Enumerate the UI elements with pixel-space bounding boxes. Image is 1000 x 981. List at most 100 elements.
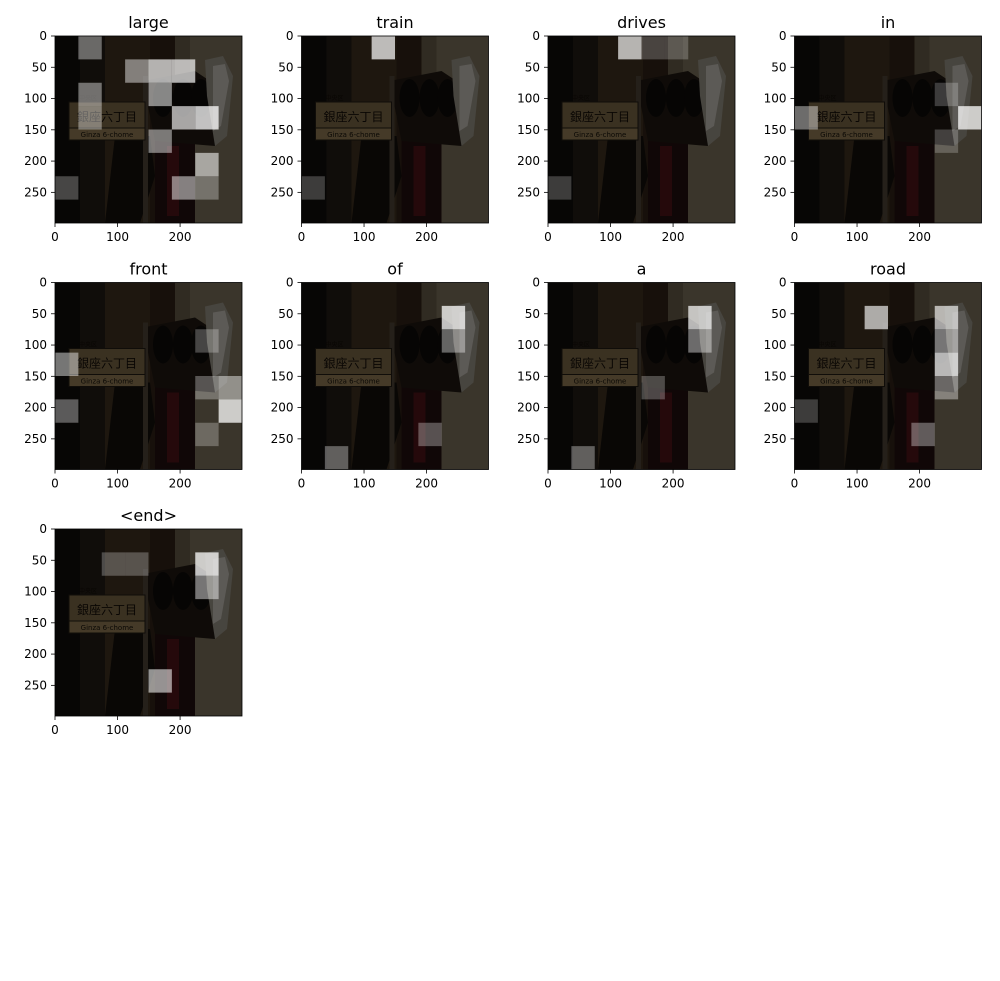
- attention-cell: [958, 106, 982, 130]
- attention-cell: [195, 422, 219, 447]
- attention-cell: [125, 59, 149, 83]
- x-tick-label: 0: [51, 723, 59, 737]
- attention-base-overlay: [301, 36, 489, 223]
- attention-cell: [78, 82, 102, 107]
- x-tick-label: 100: [106, 230, 129, 244]
- y-tick-label: 0: [39, 522, 47, 536]
- x-tick-label: 200: [908, 477, 931, 491]
- x-tick-label: 200: [169, 477, 192, 491]
- attention-panel: drives 0 100 200 0 50 100 150 200 250: [517, 13, 736, 244]
- attention-cell: [794, 106, 818, 130]
- attention-cell: [864, 305, 888, 330]
- x-tick-label: 0: [791, 230, 799, 244]
- x-tick-label: 100: [846, 477, 869, 491]
- y-tick-label: 150: [271, 123, 294, 137]
- y-tick-label: 200: [271, 401, 294, 415]
- y-tick-label: 250: [517, 432, 540, 446]
- x-tick-label: 0: [51, 230, 59, 244]
- y-tick-label: 150: [24, 369, 47, 383]
- y-tick-label: 100: [271, 92, 294, 106]
- x-tick-label: 0: [791, 477, 799, 491]
- y-tick-label: 250: [24, 185, 47, 199]
- y-tick-label: 100: [517, 338, 540, 352]
- attention-base-overlay: [548, 36, 735, 223]
- attention-cell: [125, 552, 149, 576]
- x-tick-label: 0: [544, 230, 552, 244]
- x-tick-label: 100: [846, 230, 869, 244]
- y-tick-label: 50: [32, 307, 47, 321]
- panel-title: <end>: [120, 506, 177, 525]
- y-tick-label: 100: [24, 585, 47, 599]
- x-tick-label: 100: [106, 477, 129, 491]
- x-tick-label: 200: [662, 230, 685, 244]
- y-tick-label: 200: [24, 401, 47, 415]
- attention-cell: [641, 376, 665, 400]
- panel-title: in: [881, 13, 896, 32]
- y-tick-label: 150: [24, 616, 47, 630]
- y-tick-label: 250: [517, 185, 540, 199]
- y-tick-label: 150: [764, 369, 787, 383]
- x-tick-label: 200: [662, 477, 685, 491]
- y-tick-label: 200: [24, 154, 47, 168]
- attention-cell: [218, 376, 242, 400]
- attention-cell: [934, 352, 959, 376]
- y-tick-label: 100: [764, 92, 787, 106]
- y-tick-label: 150: [517, 123, 540, 137]
- x-tick-label: 200: [415, 230, 438, 244]
- y-tick-label: 100: [24, 92, 47, 106]
- attention-cell: [934, 129, 959, 153]
- panel-title: road: [870, 260, 906, 279]
- attention-cell: [195, 552, 219, 576]
- y-tick-label: 50: [525, 60, 540, 74]
- y-tick-label: 150: [517, 369, 540, 383]
- attention-cell: [688, 329, 712, 353]
- attention-cell: [171, 176, 196, 200]
- y-tick-label: 0: [286, 29, 294, 43]
- attention-cell: [934, 82, 959, 107]
- attention-cell: [78, 106, 102, 130]
- attention-cell: [55, 176, 79, 200]
- y-tick-label: 50: [278, 60, 293, 74]
- attention-cell: [148, 129, 172, 153]
- y-tick-label: 200: [271, 154, 294, 168]
- attention-panel: road 0 100 200 0 50 100 150 200 250: [764, 260, 982, 491]
- attention-cell: [101, 552, 126, 576]
- attention-cell: [371, 36, 395, 60]
- y-tick-label: 50: [771, 307, 786, 321]
- attention-cell: [55, 399, 79, 423]
- attention-cell: [418, 422, 442, 447]
- y-tick-label: 200: [517, 154, 540, 168]
- y-tick-label: 150: [24, 123, 47, 137]
- attention-cell: [195, 152, 219, 177]
- y-tick-label: 50: [278, 307, 293, 321]
- y-tick-label: 150: [271, 369, 294, 383]
- y-tick-label: 100: [517, 92, 540, 106]
- attention-cell: [794, 399, 818, 423]
- y-tick-label: 250: [24, 678, 47, 692]
- y-tick-label: 50: [32, 553, 47, 567]
- attention-cell: [301, 176, 325, 200]
- panel-title: a: [637, 260, 647, 279]
- y-tick-label: 150: [764, 123, 787, 137]
- attention-cell: [441, 329, 466, 353]
- y-tick-label: 50: [525, 307, 540, 321]
- x-tick-label: 200: [415, 477, 438, 491]
- y-tick-label: 200: [517, 401, 540, 415]
- attention-cell: [148, 82, 172, 107]
- panel-grid: large 0 100 200 0 50 100 150 200 250 train 0 100 200 0…: [24, 13, 982, 737]
- y-tick-label: 0: [532, 276, 540, 290]
- x-tick-label: 100: [353, 477, 376, 491]
- panel-title: of: [387, 260, 403, 279]
- attention-cell: [195, 106, 219, 130]
- attention-cell: [618, 36, 642, 60]
- attention-cell: [571, 446, 595, 470]
- attention-cell: [171, 59, 196, 83]
- y-tick-label: 0: [532, 29, 540, 43]
- attention-panel: train 0 100 200 0 50 100 150 200 250: [271, 13, 489, 244]
- y-tick-label: 0: [779, 29, 787, 43]
- attention-cell: [441, 305, 466, 330]
- attention-cell: [195, 329, 219, 353]
- y-tick-label: 100: [764, 338, 787, 352]
- y-tick-label: 250: [24, 432, 47, 446]
- y-tick-label: 100: [24, 338, 47, 352]
